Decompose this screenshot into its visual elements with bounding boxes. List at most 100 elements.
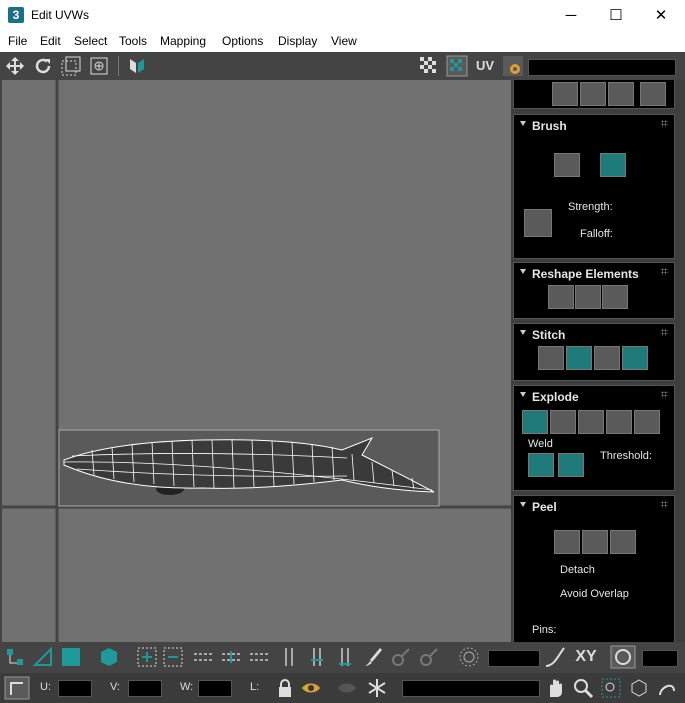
absolute-offset-icon[interactable] [4,676,30,700]
menu-bar: File Edit Select Tools Mapping Options D… [0,31,685,53]
grip-icon[interactable] [661,268,668,275]
grip-icon[interactable] [661,120,668,127]
move-icon[interactable] [4,55,26,77]
falloff-curve-icon[interactable] [544,646,566,668]
loop-shrink-icon[interactable] [334,646,356,668]
select-element-icon[interactable] [580,82,606,106]
snap-icon[interactable] [656,677,678,699]
close-button[interactable]: ✕ [638,0,684,31]
scale-icon[interactable] [60,55,82,77]
peel-mode-icon[interactable] [582,530,608,554]
paint-grow-icon[interactable] [390,646,412,668]
flatten-by-element-icon[interactable] [634,410,660,434]
explode-to-smoothing-icon[interactable] [550,410,576,434]
loop-select-icon[interactable] [640,82,666,106]
filter-dropdown[interactable] [402,680,540,697]
relax-icon[interactable] [602,285,628,309]
maximize-button[interactable]: ☐ [593,0,639,31]
menu-options[interactable]: Options [222,34,263,48]
menu-select[interactable]: Select [74,34,107,48]
menu-tools[interactable]: Tools [119,34,147,48]
straighten-selection-icon[interactable] [548,285,574,309]
weld-selected-icon[interactable] [528,453,554,477]
collapse-arrow-icon[interactable] [520,330,526,335]
checker-icon[interactable] [418,55,440,77]
explode-to-material-icon[interactable] [578,410,604,434]
status-toolbar: U: V: W: L: [0,673,685,703]
menu-view[interactable]: View [331,34,357,48]
menu-edit[interactable]: Edit [40,34,61,48]
uv-toggle-button[interactable]: UV [474,55,496,77]
uv-viewport[interactable] [2,80,511,642]
ring-shrink-icon[interactable] [248,646,270,668]
edge-distance-field[interactable] [642,650,678,667]
break-icon[interactable] [522,410,548,434]
rotate-icon[interactable] [32,55,54,77]
texture-checker-icon[interactable] [446,55,468,77]
w-field[interactable] [198,680,232,697]
menu-display[interactable]: Display [278,34,317,48]
zoom-icon[interactable] [572,677,594,699]
minimize-button[interactable]: ─ [548,0,594,31]
polygon-mode-icon[interactable] [60,646,82,668]
select-by-edge-icon[interactable] [552,82,578,106]
reset-peel-icon[interactable] [610,530,636,554]
paint-select-icon[interactable] [362,646,384,668]
quick-peel-icon[interactable] [554,530,580,554]
loop-selection-icon[interactable] [278,646,300,668]
edge-distance-icon[interactable] [610,645,636,669]
stitch-to-target-icon[interactable] [566,346,592,370]
menu-mapping[interactable]: Mapping [160,34,206,48]
ring-selection-icon[interactable] [192,646,214,668]
settings-gear-icon[interactable] [502,55,524,77]
shrink-selection-icon[interactable] [162,646,184,668]
paint-shrink-icon[interactable] [418,646,440,668]
grip-icon[interactable] [661,501,668,508]
relax-brush-icon[interactable] [600,153,626,177]
top-toolbar: UV [0,52,685,80]
uv-canvas[interactable] [2,80,511,642]
edge-mode-icon[interactable] [32,646,54,668]
xy-space-toggle[interactable]: XY [572,646,600,668]
element-mode-icon[interactable] [98,646,120,668]
grow-select-icon[interactable] [608,82,634,106]
falloff-value-field[interactable] [488,650,540,667]
paint-move-brush-icon[interactable] [554,153,580,177]
brush-falloff-icon[interactable] [524,209,552,237]
vertex-mode-icon[interactable] [4,646,26,668]
u-field[interactable] [58,680,92,697]
detach-label[interactable]: Detach [560,564,595,576]
window-title: Edit UVWs [31,8,90,22]
map-dropdown[interactable] [528,59,676,76]
brush-title: Brush [532,119,567,133]
lock-icon[interactable] [274,677,296,699]
zoom-region-icon[interactable] [600,677,622,699]
weld-all-selected-icon[interactable] [558,453,584,477]
relax-until-flat-icon[interactable] [575,285,601,309]
peel-title: Peel [532,500,557,514]
collapse-arrow-icon[interactable] [520,392,526,397]
freeze-snowflake-icon[interactable] [366,677,388,699]
collapse-arrow-icon[interactable] [520,502,526,507]
soft-selection-icon[interactable] [458,646,480,668]
pan-hand-icon[interactable] [544,677,566,699]
stitch-custom-icon[interactable] [538,346,564,370]
grow-selection-icon[interactable] [136,646,158,668]
menu-file[interactable]: File [8,34,27,48]
collapse-arrow-icon[interactable] [520,269,526,274]
stitch-to-source-icon[interactable] [622,346,648,370]
avoid-overlap-label[interactable]: Avoid Overlap [560,588,629,600]
zoom-extents-icon[interactable] [628,677,650,699]
stitch-average-icon[interactable] [594,346,620,370]
freeform-icon[interactable] [88,55,110,77]
grip-icon[interactable] [661,329,668,336]
hide-icon[interactable] [336,677,358,699]
mirror-icon[interactable] [126,55,148,77]
show-hidden-icon[interactable] [300,677,322,699]
collapse-arrow-icon[interactable] [520,121,526,126]
grip-icon[interactable] [661,391,668,398]
ring-grow-icon[interactable] [220,646,242,668]
v-field[interactable] [128,680,162,697]
flatten-by-polygon-icon[interactable] [606,410,632,434]
loop-grow-icon[interactable] [306,646,328,668]
